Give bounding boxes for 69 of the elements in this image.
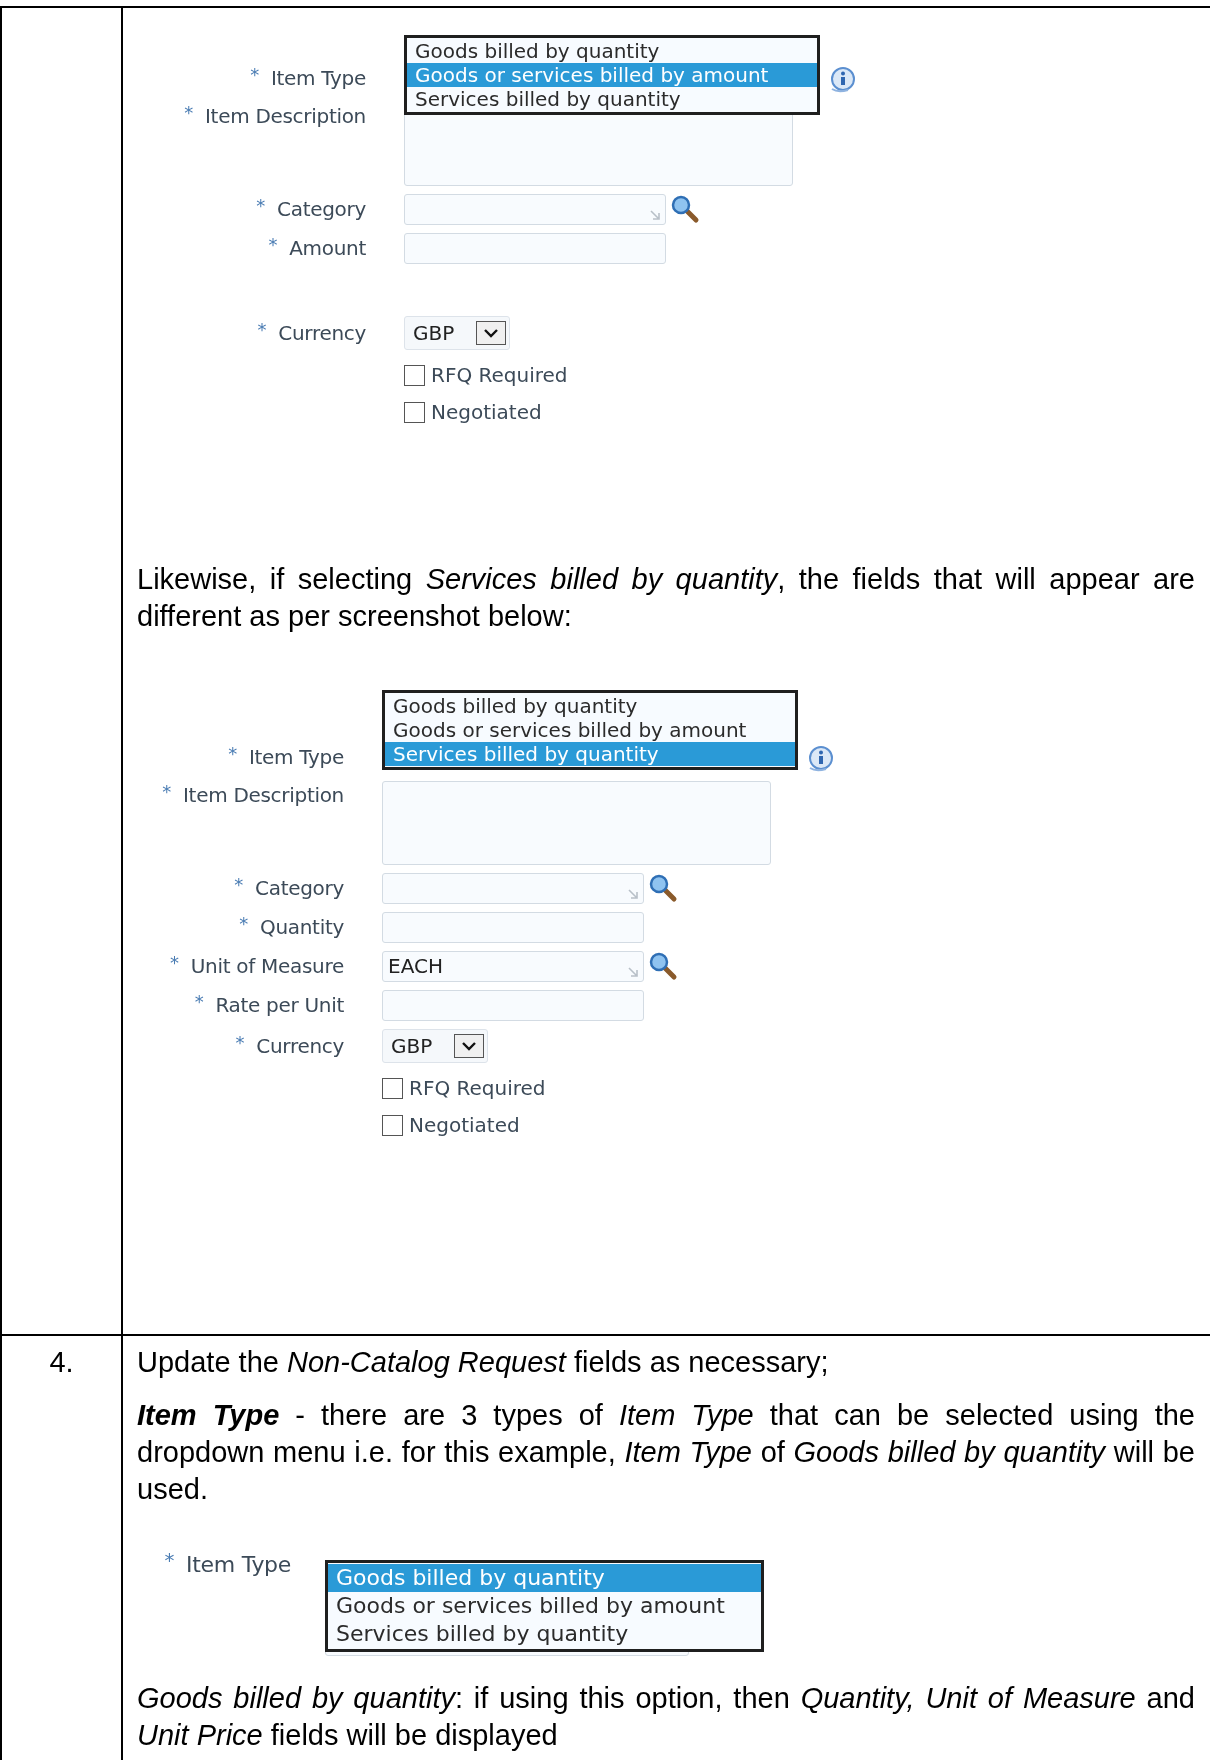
text-field[interactable] bbox=[404, 232, 666, 264]
dropdown-list[interactable]: Goods billed by quantity Goods or services billed by amount Services billed by quantity bbox=[404, 35, 820, 115]
lookup-field[interactable]: EACH bbox=[382, 950, 644, 982]
field-label: Item Description bbox=[205, 104, 366, 128]
lookup-field[interactable] bbox=[404, 193, 666, 225]
field-label: Item Type bbox=[248, 745, 344, 769]
paragraph: Likewise, if selecting Services billed by quantity, the fields that will appear are different as per screenshot below: bbox=[137, 562, 1195, 634]
search-icon[interactable] bbox=[648, 873, 678, 903]
paragraph: Update the Non-Catalog Request fields as necessary; bbox=[137, 1345, 830, 1380]
step-number: 4. bbox=[49, 1345, 74, 1380]
resize-corner-icon bbox=[649, 208, 661, 221]
field-value: EACH bbox=[388, 954, 443, 978]
checkbox[interactable] bbox=[382, 1077, 403, 1099]
required-mark: * bbox=[194, 990, 204, 1012]
field-label: Currency bbox=[278, 321, 366, 345]
field-label: Quantity bbox=[259, 915, 344, 939]
checkbox-label: RFQ Required bbox=[409, 1076, 546, 1100]
dropdown-button[interactable] bbox=[454, 1034, 484, 1058]
currency-select[interactable]: GBP bbox=[382, 1029, 488, 1063]
required-mark: * bbox=[234, 873, 244, 895]
checkbox-label: RFQ Required bbox=[431, 363, 568, 387]
field-label: Rate per Unit bbox=[215, 993, 344, 1017]
dropdown-option[interactable]: Goods billed by quantity bbox=[407, 39, 817, 63]
required-mark: * bbox=[250, 63, 259, 85]
field-label: Item Description bbox=[183, 783, 344, 807]
paragraph: Goods billed by quantity: if using this option, then Quantity, Unit of Measure and Unit Price fields will be displayed bbox=[137, 1681, 1195, 1753]
info-icon[interactable] bbox=[806, 746, 834, 772]
info-icon[interactable] bbox=[828, 67, 856, 93]
required-mark: * bbox=[164, 1548, 175, 1572]
required-mark: * bbox=[257, 318, 267, 340]
field-label: Item Type bbox=[186, 1551, 291, 1577]
checkbox[interactable] bbox=[404, 401, 425, 423]
dropdown-option[interactable]: Services billed by quantity bbox=[407, 87, 817, 111]
field-label: Amount bbox=[289, 236, 366, 260]
required-mark: * bbox=[162, 780, 171, 802]
paragraph: Item Type - there are 3 types of Item Type that can be selected using the dropdown menu i.e. for this example, Item Type of Goods billed by quantity will be used. bbox=[137, 1398, 1195, 1507]
field-label: Unit of Measure bbox=[190, 954, 344, 978]
search-icon[interactable] bbox=[670, 194, 700, 224]
text-field[interactable] bbox=[382, 989, 644, 1021]
dropdown-button[interactable] bbox=[476, 321, 506, 345]
required-mark: * bbox=[184, 101, 193, 123]
checkbox-label: Negotiated bbox=[409, 1113, 520, 1137]
checkbox[interactable] bbox=[404, 364, 425, 386]
required-mark: * bbox=[268, 233, 278, 255]
chevron-down-icon bbox=[483, 327, 499, 339]
resize-corner-icon bbox=[627, 887, 639, 900]
currency-select[interactable]: GBP bbox=[404, 316, 510, 350]
text-field[interactable] bbox=[382, 911, 644, 943]
search-icon[interactable] bbox=[648, 951, 678, 981]
field-label: Category bbox=[277, 197, 366, 221]
field-label: Currency bbox=[256, 1034, 344, 1058]
dropdown-list[interactable]: Goods billed by quantity Goods or services billed by amount Services billed by quantity bbox=[382, 690, 798, 770]
required-mark: * bbox=[170, 951, 179, 973]
dropdown-option[interactable]: Goods or services billed by amount bbox=[385, 718, 795, 742]
required-mark: * bbox=[235, 1031, 245, 1053]
chevron-down-icon bbox=[461, 1040, 477, 1052]
dropdown-option[interactable]: Goods billed by quantity bbox=[385, 694, 795, 718]
dropdown-option[interactable]: Goods or services billed by amount bbox=[328, 1592, 761, 1620]
checkbox[interactable] bbox=[382, 1114, 403, 1136]
dropdown-list[interactable]: Goods billed by quantity Goods or services billed by amount Services billed by quantity bbox=[325, 1560, 764, 1652]
field-label: Item Type bbox=[270, 66, 366, 90]
required-mark: * bbox=[228, 742, 237, 764]
dropdown-option[interactable]: Services billed by quantity bbox=[328, 1620, 761, 1648]
field-label: Category bbox=[255, 876, 344, 900]
required-mark: * bbox=[239, 912, 248, 934]
resize-corner-icon bbox=[627, 965, 639, 978]
required-mark: * bbox=[256, 194, 266, 216]
lookup-field[interactable] bbox=[382, 872, 644, 904]
checkbox-label: Negotiated bbox=[431, 400, 542, 424]
